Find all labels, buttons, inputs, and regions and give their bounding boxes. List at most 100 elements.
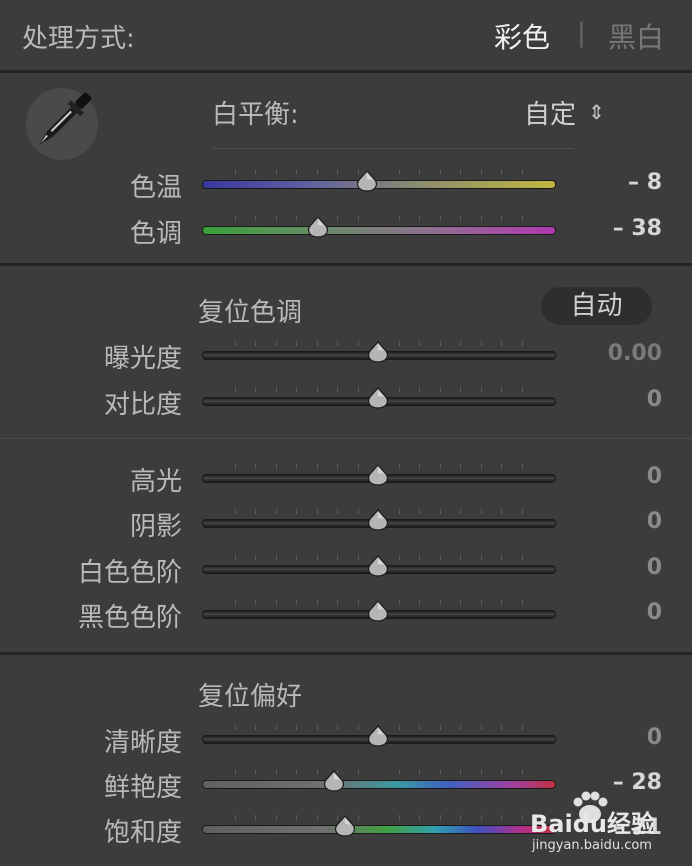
slider-tick xyxy=(275,170,277,175)
slider-label: 对比度 xyxy=(103,390,182,420)
reset-tone-label[interactable]: 复位色调 xyxy=(198,292,302,329)
slider-tick xyxy=(316,815,318,820)
slider-tick xyxy=(275,464,277,469)
slider-tick xyxy=(501,216,502,221)
slider-value[interactable]: 0 xyxy=(647,387,662,412)
slider-tick xyxy=(460,464,461,469)
slider-tick xyxy=(480,509,482,514)
slider-tick xyxy=(234,725,236,730)
slider-tick xyxy=(480,387,482,392)
slider-value[interactable]: 0 xyxy=(647,600,662,625)
slider-tick xyxy=(255,216,256,221)
slider-tick xyxy=(316,464,318,469)
slider-tick xyxy=(337,725,338,730)
slider-tick xyxy=(501,555,502,560)
slider-value[interactable]: 0 xyxy=(647,725,662,750)
watermark-url: jingyan.baidu.com xyxy=(532,838,652,853)
slider-tick xyxy=(439,341,441,346)
slider-tick xyxy=(460,216,461,221)
slider-tick xyxy=(419,341,420,346)
slider-tick xyxy=(419,555,420,560)
slider-tick xyxy=(480,815,482,820)
slider-label: 阴影 xyxy=(129,512,182,542)
slider-tick xyxy=(439,555,441,560)
color-option[interactable]: 彩色 xyxy=(494,16,550,56)
slider-tick xyxy=(275,387,277,392)
slider-tick xyxy=(398,464,400,469)
bw-option[interactable]: 黑白 xyxy=(608,16,664,56)
slider-tick xyxy=(316,387,318,392)
slider-tick xyxy=(439,600,441,605)
slider-tick xyxy=(521,815,523,820)
slider-tick xyxy=(234,387,236,392)
slider-tick xyxy=(501,464,502,469)
slider-tick xyxy=(296,555,297,560)
slider-value[interactable]: 0 xyxy=(647,555,662,580)
slider-tick xyxy=(419,815,420,820)
slider-tick xyxy=(480,216,482,221)
auto-tone-button[interactable]: 自动 xyxy=(541,287,652,325)
slider-tick xyxy=(460,815,461,820)
slider-tick xyxy=(296,600,297,605)
slider-label: 鲜艳度 xyxy=(103,773,182,803)
slider-tick xyxy=(398,387,400,392)
slider-tick xyxy=(296,216,297,221)
slider-tick xyxy=(419,216,420,221)
slider-tick xyxy=(316,770,318,775)
slider-tick xyxy=(480,170,482,175)
slider-label: 清晰度 xyxy=(103,728,182,758)
slider-tick xyxy=(398,600,400,605)
slider-value[interactable]: – 8 xyxy=(628,170,662,195)
slider-tick xyxy=(255,770,256,775)
slider-tick xyxy=(337,341,338,346)
slider-tick xyxy=(255,170,256,175)
slider-tick xyxy=(255,815,256,820)
slider-tick xyxy=(234,555,236,560)
slider-tick xyxy=(460,600,461,605)
white-balance-label: 白平衡: xyxy=(212,100,299,130)
wb-divider xyxy=(212,148,574,149)
slider-tick xyxy=(480,464,482,469)
slider-tick xyxy=(419,509,420,514)
slider-tick xyxy=(439,770,441,775)
slider-track[interactable] xyxy=(202,780,556,789)
slider-tick xyxy=(501,770,502,775)
slider-tick xyxy=(357,509,359,514)
slider-value[interactable]: 0.00 xyxy=(608,341,662,366)
slider-label: 白色色阶 xyxy=(77,558,182,588)
slider-tick xyxy=(501,341,502,346)
slider-tick xyxy=(439,509,441,514)
slider-tick xyxy=(439,815,441,820)
slider-track[interactable] xyxy=(202,825,556,834)
eyedropper-icon[interactable] xyxy=(22,82,102,162)
slider-tick xyxy=(419,464,420,469)
slider-value[interactable]: – 38 xyxy=(613,216,662,241)
slider-value[interactable]: 0 xyxy=(647,509,662,534)
slider-tick xyxy=(521,509,523,514)
slider-tick xyxy=(296,770,297,775)
slider-tick xyxy=(337,387,338,392)
slider-tick xyxy=(337,509,338,514)
slider-tick xyxy=(296,341,297,346)
slider-tick xyxy=(439,725,441,730)
slider-tick xyxy=(316,725,318,730)
slider-value[interactable]: 0 xyxy=(647,464,662,489)
slider-tick xyxy=(460,387,461,392)
slider-track[interactable] xyxy=(202,226,556,235)
slider-tick xyxy=(316,509,318,514)
reset-presence-label[interactable]: 复位偏好 xyxy=(198,676,302,713)
slider-tick xyxy=(460,509,461,514)
slider-tick xyxy=(460,341,461,346)
slider-tick xyxy=(357,725,359,730)
slider-tick xyxy=(521,170,523,175)
slider-tick xyxy=(439,387,441,392)
slider-tick xyxy=(501,509,502,514)
slider-tick xyxy=(501,725,502,730)
slider-label: 饱和度 xyxy=(103,818,182,848)
slider-label: 色温 xyxy=(129,173,182,203)
divider xyxy=(0,438,692,439)
slider-tick xyxy=(521,725,523,730)
slider-tick xyxy=(419,600,420,605)
wb-preset-select[interactable]: 自定 xyxy=(524,94,576,131)
slider-tick xyxy=(234,770,236,775)
